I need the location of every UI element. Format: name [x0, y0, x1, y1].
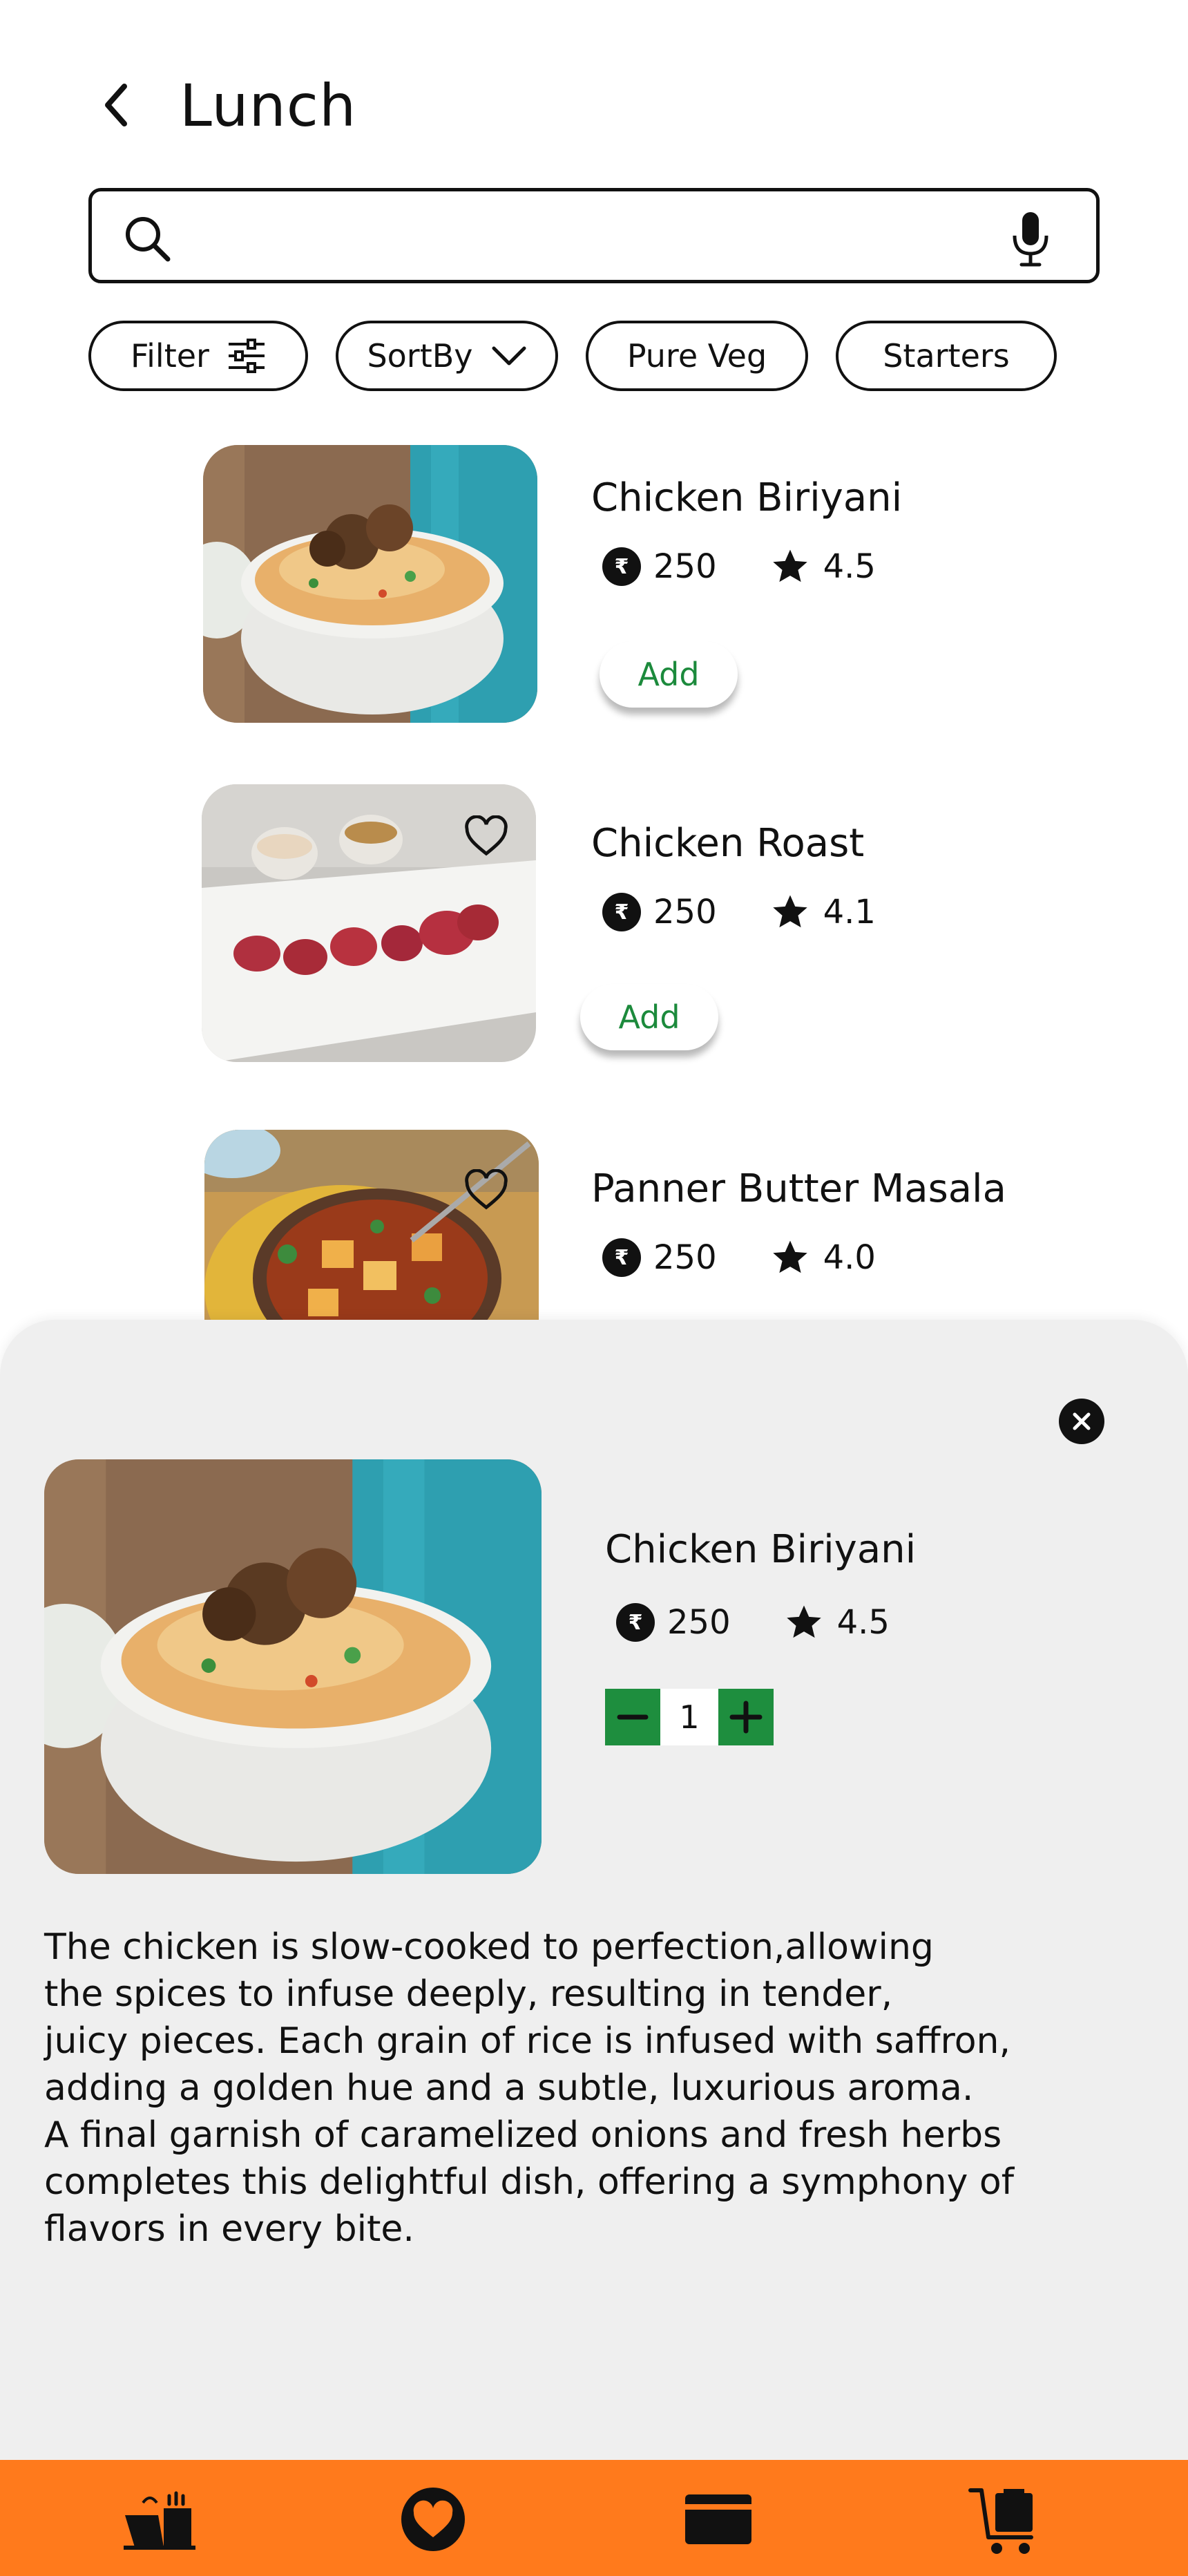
- detail-food-image: [44, 1459, 542, 1874]
- decrement-button[interactable]: [605, 1689, 660, 1745]
- detail-food-meta: ₹ 250 4.5: [616, 1603, 890, 1642]
- food-price: 250: [653, 547, 717, 586]
- add-button[interactable]: Add: [600, 641, 738, 708]
- food-item-card[interactable]: Chicken Roast ₹ 250 4.1 Add: [0, 782, 1188, 1072]
- rupee-icon: ₹: [602, 893, 641, 931]
- rupee-icon: ₹: [602, 1238, 641, 1277]
- header: Lunch: [0, 0, 1188, 180]
- rupee-icon: ₹: [602, 547, 641, 586]
- food-rating: 4.1: [823, 893, 876, 931]
- filter-chip[interactable]: Filter: [88, 321, 308, 391]
- search-input[interactable]: [189, 207, 983, 266]
- minus-icon: [617, 1714, 649, 1720]
- filter-chips: Filter SortBy Pure Veg Starters: [88, 321, 1084, 392]
- search-bar[interactable]: [88, 188, 1100, 283]
- heart-outline-icon[interactable]: [464, 1169, 508, 1211]
- food-rating: 4.5: [823, 547, 876, 586]
- quantity-stepper: 1: [605, 1689, 774, 1745]
- cart-icon: [968, 2488, 1033, 2554]
- plus-icon: [729, 1701, 763, 1734]
- rupee-icon: ₹: [616, 1603, 655, 1642]
- search-icon: [126, 217, 171, 262]
- nav-food-delivery[interactable]: [122, 2485, 198, 2554]
- quantity-value: 1: [660, 1689, 718, 1745]
- page-title: Lunch: [180, 72, 357, 140]
- add-button[interactable]: Add: [580, 984, 718, 1050]
- heart-filled-icon: [401, 2488, 465, 2551]
- bottom-nav: [0, 2460, 1188, 2576]
- star-icon: [771, 547, 809, 586]
- detail-food-rating: 4.5: [836, 1603, 890, 1642]
- star-icon: [771, 1238, 809, 1277]
- close-icon: [1073, 1412, 1091, 1430]
- food-name: Chicken Biriyani: [591, 475, 903, 520]
- starters-chip[interactable]: Starters: [836, 321, 1057, 391]
- nav-payments[interactable]: [680, 2485, 756, 2554]
- detail-food-name: Chicken Biriyani: [605, 1527, 917, 1572]
- food-meta: ₹ 250 4.1: [602, 893, 876, 931]
- microphone-icon[interactable]: [1008, 211, 1053, 267]
- food-item-card[interactable]: Chicken Biriyani ₹ 250 4.5 Add: [0, 437, 1188, 727]
- food-price: 250: [653, 1238, 717, 1277]
- pure-veg-chip[interactable]: Pure Veg: [586, 321, 808, 391]
- food-image: [204, 1130, 539, 1325]
- detail-food-price: 250: [667, 1603, 731, 1642]
- chevron-down-icon: [492, 346, 526, 366]
- food-image: [203, 445, 537, 723]
- star-icon: [771, 893, 809, 931]
- food-meta: ₹ 250 4.0: [602, 1238, 876, 1277]
- chip-label: Pure Veg: [626, 337, 767, 375]
- back-button[interactable]: [95, 77, 137, 133]
- food-rating: 4.0: [823, 1238, 876, 1277]
- nav-favorites[interactable]: [395, 2485, 471, 2554]
- close-button[interactable]: [1059, 1399, 1104, 1444]
- food-name: Chicken Roast: [591, 821, 865, 866]
- heart-outline-icon[interactable]: [464, 815, 508, 857]
- chip-label: Filter: [131, 337, 209, 375]
- chevron-left-icon: [105, 84, 127, 126]
- sortby-chip[interactable]: SortBy: [336, 321, 558, 391]
- food-delivery-icon: [124, 2491, 195, 2550]
- item-detail-sheet: Chicken Biriyani ₹ 250 4.5 1 The chicken…: [0, 1320, 1188, 2460]
- food-name: Panner Butter Masala: [591, 1166, 1006, 1211]
- detail-description: The chicken is slow-cooked to perfection…: [44, 1926, 1014, 2250]
- food-price: 250: [653, 893, 717, 931]
- chip-label: Starters: [883, 337, 1010, 375]
- increment-button[interactable]: [718, 1689, 774, 1745]
- star-icon: [785, 1603, 823, 1642]
- nav-cart[interactable]: [966, 2485, 1042, 2554]
- food-meta: ₹ 250 4.5: [602, 547, 876, 586]
- sliders-icon: [228, 339, 265, 373]
- chip-label: SortBy: [367, 337, 473, 375]
- card-icon: [685, 2494, 751, 2544]
